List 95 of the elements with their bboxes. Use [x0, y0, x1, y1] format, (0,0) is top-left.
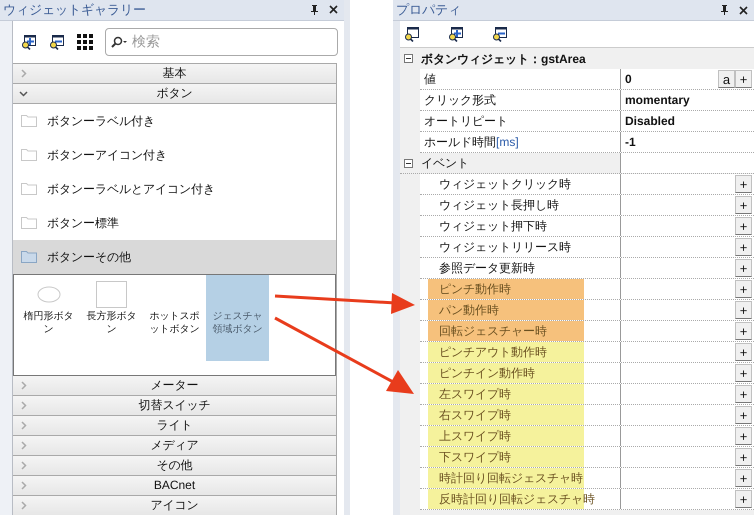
widget-label: ホットスポットボタン — [148, 310, 200, 336]
add-action-button[interactable]: + — [735, 259, 752, 277]
category-label: メーター — [150, 377, 200, 394]
category-header[interactable]: メディア — [13, 436, 336, 456]
category-header[interactable]: ライト — [13, 416, 336, 436]
widget-label: ジェスチャ領域ボタン — [212, 310, 264, 336]
widget-tile[interactable]: ホットスポットボタン — [143, 274, 206, 360]
zoom-in-window-icon[interactable] — [21, 34, 37, 50]
event-name: 下スワイプ時 — [439, 449, 511, 466]
add-action-button[interactable]: + — [735, 280, 752, 298]
category-label: ライト — [156, 417, 194, 434]
event-name: 上スワイプ時 — [439, 428, 511, 445]
zoom-out-window-icon[interactable] — [492, 26, 508, 42]
collapse-icon[interactable] — [404, 54, 413, 63]
add-action-button[interactable]: + — [735, 196, 752, 214]
close-icon[interactable] — [329, 5, 338, 14]
ellipse-icon — [36, 286, 60, 303]
add-action-button[interactable]: + — [735, 364, 752, 382]
folder-label: ボタンーアイコン付き — [47, 146, 167, 164]
event-name: ウィジェットクリック時 — [439, 176, 571, 193]
property-name: オートリピート — [424, 113, 508, 130]
category-header[interactable]: 切替スイッチ — [13, 396, 336, 416]
add-action-button[interactable]: + — [735, 175, 752, 193]
event-name: ウィジェット長押し時 — [439, 197, 559, 214]
panel-title: ウィジェットギャラリー — [3, 1, 146, 19]
folder-item[interactable]: ボタンーその他 — [13, 240, 336, 274]
event-name: 左スワイプ時 — [439, 386, 511, 403]
category-header[interactable]: BACnet — [13, 476, 336, 496]
event-name: 反時計回り回転ジェスチャ時 — [439, 491, 595, 508]
category-label: その他 — [156, 457, 194, 474]
close-icon[interactable] — [739, 6, 748, 14]
widget-tile[interactable]: ジェスチャ領域ボタン — [206, 274, 269, 360]
folder-label: ボタンーその他 — [47, 248, 131, 266]
widget-label: 長方形ボタン — [86, 310, 138, 336]
add-action-button[interactable]: + — [735, 469, 752, 487]
zoom-out-window-icon[interactable] — [49, 34, 65, 50]
widget-label: 楕円形ボタン — [22, 310, 74, 336]
event-name: 参照データ更新時 — [439, 260, 535, 277]
category-label: メディア — [150, 437, 200, 454]
folder-label: ボタンーラベルとアイコン付き — [47, 180, 215, 198]
event-name: ピンチアウト動作時 — [439, 344, 547, 361]
add-action-button[interactable]: + — [735, 385, 752, 403]
property-value: Disabled — [625, 113, 676, 130]
grid-icon[interactable] — [77, 34, 93, 50]
property-value: 0 — [625, 71, 633, 88]
category-label: 基本 — [162, 65, 188, 82]
property-value: -1 — [625, 134, 637, 151]
rectangle-icon — [96, 281, 127, 308]
pin-icon[interactable] — [720, 5, 729, 15]
category-label: アイコン — [150, 497, 200, 514]
property-name: 値 — [424, 71, 436, 88]
category-label: 切替スイッチ — [138, 397, 212, 414]
widget-tile[interactable]: 長方形ボタン — [80, 274, 143, 360]
add-action-button[interactable]: + — [735, 322, 752, 340]
add-action-button[interactable]: + — [735, 301, 752, 319]
category-header[interactable]: アイコン — [13, 496, 336, 515]
add-action-button[interactable]: + — [735, 238, 752, 256]
event-name: 右スワイプ時 — [439, 407, 511, 424]
search-icon — [110, 36, 128, 48]
category-header[interactable]: 基本 — [13, 64, 336, 84]
property-name: ホールド時間[ms] — [424, 134, 519, 151]
group-title: ボタンウィジェット：gstArea — [421, 50, 586, 68]
event-name: 時計回り回転ジェスチャ時 — [439, 470, 583, 487]
category-label: ボタン — [156, 85, 194, 102]
event-name: ピンチ動作時 — [439, 281, 511, 298]
event-name: ピンチイン動作時 — [439, 365, 535, 382]
add-action-button[interactable]: + — [735, 427, 752, 445]
category-label: BACnet — [152, 477, 196, 494]
folder-label: ボタンー標準 — [47, 214, 119, 232]
group-title: イベント — [421, 155, 469, 172]
zoom-in-window-icon[interactable] — [448, 26, 464, 42]
pin-icon[interactable] — [310, 4, 319, 15]
property-name: クリック形式 — [424, 92, 496, 109]
add-action-button[interactable]: + — [735, 490, 752, 508]
category-header[interactable]: ボタン — [13, 84, 336, 104]
collapse-icon[interactable] — [404, 158, 413, 168]
event-name: ウィジェット押下時 — [439, 218, 547, 235]
add-action-button[interactable]: + — [735, 217, 752, 235]
event-name: 回転ジェスチャー時 — [439, 323, 547, 340]
folder-label: ボタンーラベル付き — [47, 112, 155, 130]
property-value: momentary — [625, 92, 691, 109]
value-button[interactable]: + — [735, 70, 752, 88]
event-name: ウィジェットリリース時 — [439, 239, 571, 256]
event-name: パン動作時 — [439, 302, 499, 319]
widget-tile[interactable]: 楕円形ボタン — [17, 274, 80, 360]
category-header[interactable]: メーター — [13, 376, 336, 396]
add-action-button[interactable]: + — [735, 448, 752, 466]
value-button[interactable]: a — [718, 70, 735, 88]
add-action-button[interactable]: + — [735, 406, 752, 424]
search-input[interactable]: 検索 — [132, 31, 333, 52]
panel-title: プロパティ — [396, 1, 461, 20]
window-search-icon[interactable] — [404, 26, 420, 42]
category-header[interactable]: その他 — [13, 456, 336, 476]
search-field[interactable]: 検索 — [105, 28, 338, 56]
add-action-button[interactable]: + — [735, 343, 752, 361]
